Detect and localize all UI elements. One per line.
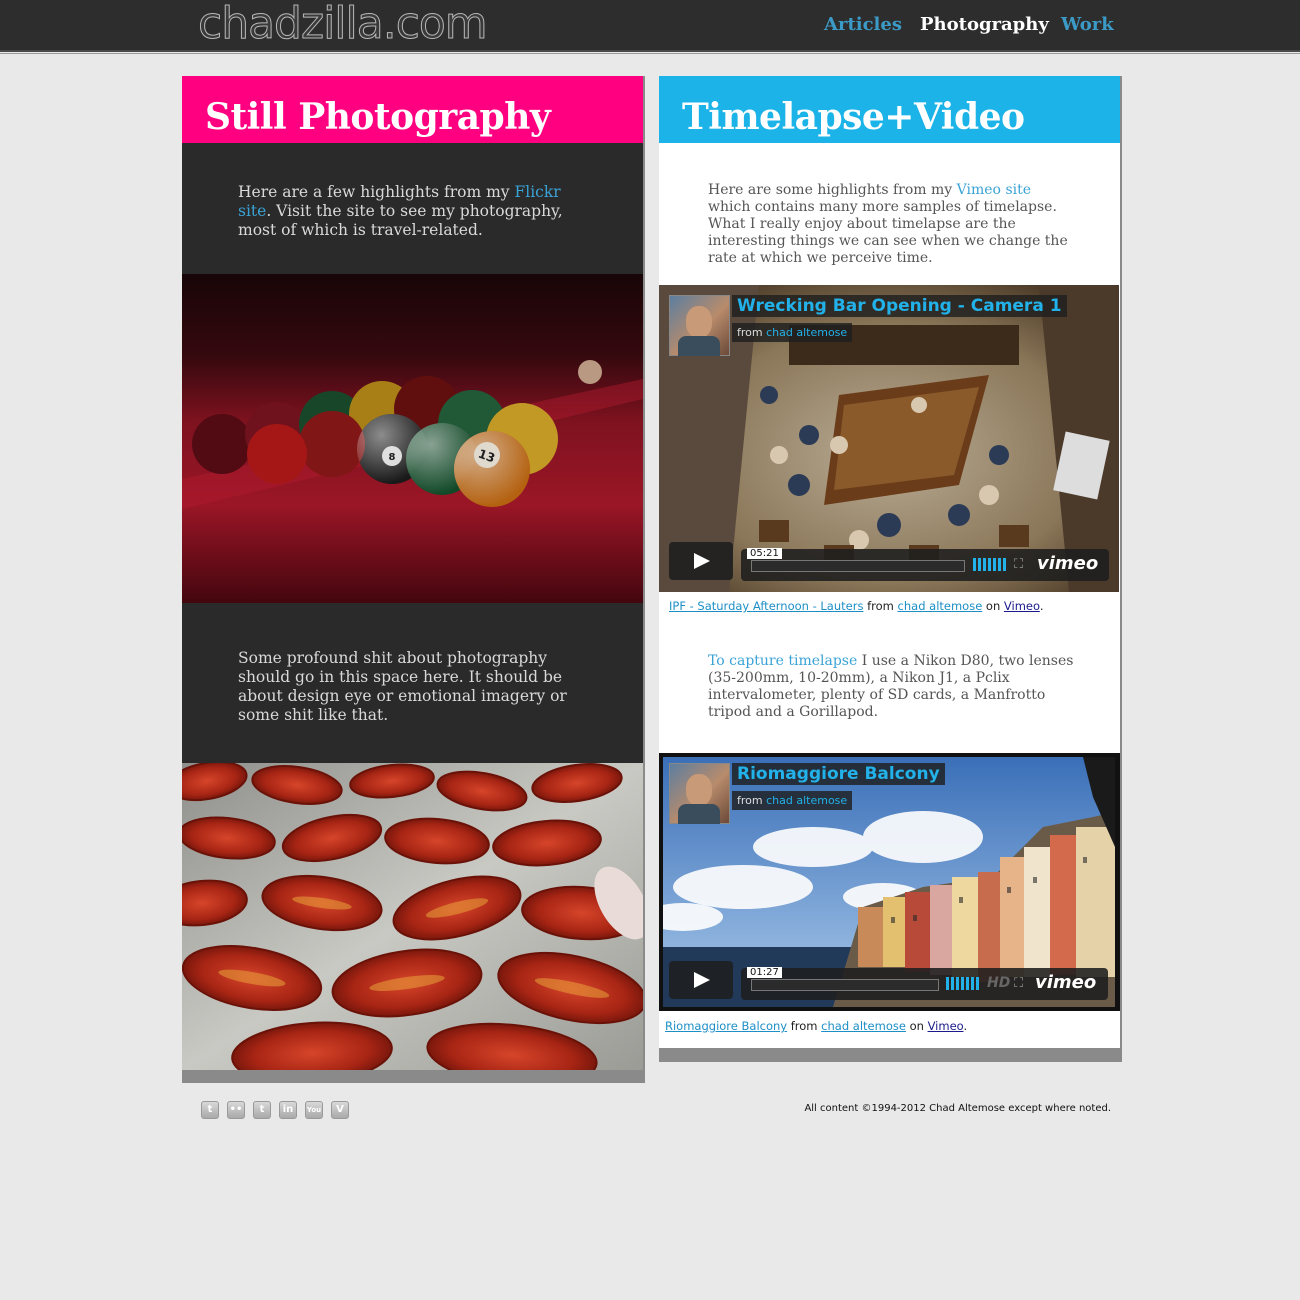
flickr-icon[interactable]: •• — [227, 1101, 245, 1119]
video-author-link[interactable]: chad altemose — [766, 326, 847, 339]
caption-on-text: on — [982, 599, 1004, 613]
caption-on-text: on — [905, 1019, 928, 1033]
timelapse-intro-text: Here are some highlights from my Vimeo s… — [708, 182, 1068, 267]
twitter-icon[interactable]: t — [201, 1101, 219, 1119]
video-player-riomaggiore[interactable]: Riomaggiore Balcony from chad altemose 0… — [659, 753, 1120, 1011]
fullscreen-icon[interactable]: ⛶ — [1014, 976, 1023, 991]
youtube-icon[interactable]: You — [305, 1101, 323, 1119]
tomato-photo-image — [182, 763, 643, 1070]
nav-work[interactable]: Work — [1061, 14, 1114, 35]
caption-from-text: from — [787, 1019, 822, 1033]
nav-photography[interactable]: Photography — [920, 14, 1049, 35]
video-controls: 05:21 ⛶ vimeo — [741, 548, 1109, 581]
still-photography-heading: Still Photography — [205, 96, 551, 138]
still-body-panel: Some profound shit about photography sho… — [182, 603, 643, 763]
still-photography-header: Still Photography — [182, 76, 643, 143]
vimeo-logo[interactable]: vimeo — [1037, 553, 1098, 574]
timelapse-header: Timelapse+Video — [659, 76, 1120, 143]
hd-toggle[interactable]: HD — [987, 975, 1010, 991]
copyright-notice: All content ©1994-2012 Chad Altemose exc… — [804, 1103, 1111, 1114]
still-body-text: Some profound shit about photography sho… — [238, 649, 567, 724]
billiard-photo[interactable]: 13 8 — [182, 274, 643, 603]
video-from-label: from — [737, 794, 763, 807]
site-logo[interactable]: chadzilla.com — [198, 0, 489, 50]
video-byline: from chad altemose — [732, 323, 853, 342]
video-byline: from chad altemose — [732, 791, 853, 810]
site-header: chadzilla.com Articles Photography Work — [0, 0, 1300, 52]
video-progress-track[interactable]: 05:21 — [747, 548, 965, 572]
video-caption-1: IPF - Saturday Afternoon - Lauters from … — [669, 599, 1044, 613]
billiard-photo-image: 13 8 — [182, 274, 643, 603]
vimeo-site-link[interactable]: Vimeo site — [957, 182, 1031, 198]
video-author-avatar[interactable] — [669, 295, 730, 356]
video-title[interactable]: Riomaggiore Balcony — [732, 763, 945, 785]
video-player-wrecking-bar[interactable]: Wrecking Bar Opening - Camera 1 from cha… — [659, 285, 1119, 592]
video-from-label: from — [737, 326, 763, 339]
nav-articles[interactable]: Articles — [824, 14, 902, 35]
capture-timelapse-link[interactable]: To capture timelapse — [708, 653, 857, 669]
fullscreen-icon[interactable]: ⛶ — [1014, 557, 1023, 572]
still-intro-before: Here are a few highlights from my — [238, 183, 515, 201]
video-controls: 01:27 HD ⛶ vimeo — [741, 967, 1108, 1000]
video-author-link[interactable]: chad altemose — [766, 794, 847, 807]
caption-author-link[interactable]: chad altemose — [898, 599, 983, 613]
play-button[interactable] — [669, 542, 733, 580]
still-intro-panel: Here are a few highlights from my Flickr… — [182, 143, 643, 274]
volume-icon[interactable] — [973, 558, 1007, 571]
still-photography-column: Still Photography Here are a few highlig… — [182, 76, 645, 1083]
still-intro-text: Here are a few highlights from my Flickr… — [238, 183, 578, 240]
linkedin-icon[interactable]: in — [279, 1101, 297, 1119]
caption-from-text: from — [863, 599, 898, 613]
video-duration: 01:27 — [747, 967, 782, 978]
header-divider — [0, 53, 1300, 54]
video-caption-2: Riomaggiore Balcony from chad altemose o… — [665, 1019, 967, 1033]
vimeo-icon[interactable]: V — [331, 1101, 349, 1119]
caption-vimeo-link[interactable]: Vimeo — [1004, 599, 1040, 613]
timelapse-video-column: Timelapse+Video Here are some highlights… — [659, 76, 1122, 1062]
video-title[interactable]: Wrecking Bar Opening - Camera 1 — [732, 295, 1067, 317]
caption-end-text: . — [1039, 599, 1044, 613]
video-progress-track[interactable]: 01:27 — [747, 967, 939, 991]
tomato-photo[interactable] — [182, 763, 643, 1070]
timelapse-intro-after: which contains many more samples of time… — [708, 199, 1068, 266]
caption-end-text: . — [963, 1019, 968, 1033]
caption-vimeo-link[interactable]: Vimeo — [928, 1019, 964, 1033]
volume-icon[interactable] — [946, 977, 980, 990]
caption-video-link[interactable]: Riomaggiore Balcony — [665, 1019, 787, 1033]
caption-author-link[interactable]: chad altemose — [821, 1019, 906, 1033]
video-duration: 05:21 — [747, 548, 782, 559]
timelapse-panel: Here are some highlights from my Vimeo s… — [659, 143, 1120, 1048]
play-button[interactable] — [669, 961, 733, 999]
timelapse-gear-text: To capture timelapse I use a Nikon D80, … — [708, 653, 1083, 721]
video-author-avatar[interactable] — [669, 763, 730, 824]
tumblr-icon[interactable]: t — [253, 1101, 271, 1119]
still-intro-after: . Visit the site to see my photography, … — [238, 202, 563, 239]
timelapse-heading: Timelapse+Video — [682, 96, 1025, 138]
caption-video-link[interactable]: IPF - Saturday Afternoon - Lauters — [669, 599, 863, 613]
vimeo-logo[interactable]: vimeo — [1035, 972, 1096, 993]
timelapse-intro-before: Here are some highlights from my — [708, 182, 957, 198]
